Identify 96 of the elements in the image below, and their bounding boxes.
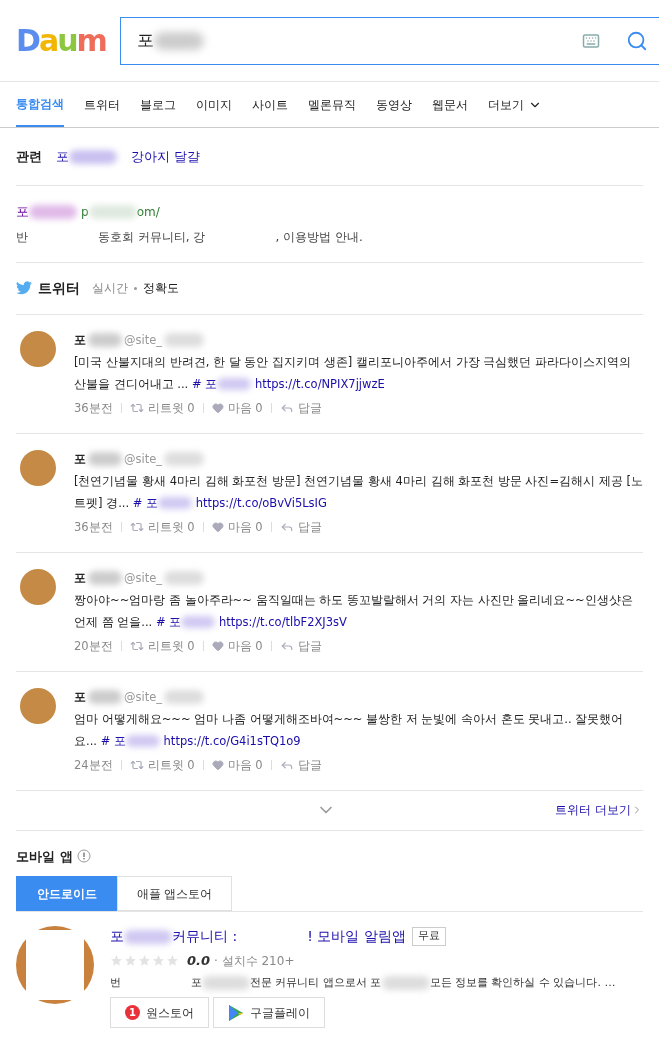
user-name[interactable]: 포 — [74, 447, 86, 470]
heart-icon — [211, 401, 224, 414]
hashtag-link[interactable]: # 포 — [155, 614, 216, 629]
app-description: 번 포 전문 커뮤니티 앱으로서 포 모든 정보를 확인하실 수 있습니다. … — [110, 974, 617, 991]
blurred-area — [164, 451, 205, 466]
tab[interactable]: 트위터 — [84, 82, 120, 127]
blurred-area — [154, 31, 204, 50]
avatar — [20, 568, 56, 605]
app-title: 포 커뮤니티 : ! 모바일 알림앱 — [110, 927, 406, 946]
blurred-area — [88, 332, 122, 347]
blurred-area — [164, 570, 205, 585]
info-icon[interactable] — [76, 849, 91, 864]
tab[interactable]: 동영상 — [376, 82, 412, 127]
star-icon — [152, 954, 165, 968]
star-icon — [124, 954, 137, 968]
user-name[interactable]: 포 — [74, 328, 86, 351]
user-handle: @site_ — [124, 688, 163, 706]
tab[interactable]: 더보기 — [488, 82, 542, 127]
avatar — [20, 449, 56, 486]
bird-icon — [16, 281, 32, 295]
install-count: · 설치수 210+ — [214, 952, 295, 970]
reply-button[interactable]: 답글 — [279, 634, 322, 657]
tab[interactable]: 웹문서 — [432, 82, 468, 127]
heart-icon — [211, 639, 224, 652]
blurred-area — [88, 451, 122, 466]
more-link[interactable]: 트위터 더보기 — [555, 801, 643, 819]
tweet-text: [미국 산불지대의 반려견, 한 달 동안 집지키며 생존] 캘리포니아주에서 가장 극심했던 파라다이스지역의 산불을 견디어내고 ... # 포 https://t.co/NPIX7jjwzE — [74, 353, 632, 393]
site-description: 반 동호회 커뮤니티, 강 , 이용방법 안내. — [16, 228, 364, 246]
star-icon — [166, 954, 179, 968]
blurred-area — [29, 204, 77, 219]
user-handle: @site_ — [124, 450, 163, 468]
blurred-area — [381, 975, 430, 990]
sort-option[interactable]: 실시간 — [92, 279, 128, 297]
tab[interactable]: 사이트 — [252, 82, 288, 127]
user-name[interactable]: 포 — [74, 566, 86, 589]
sort-option[interactable]: 정확도 — [143, 279, 179, 297]
retweet-button[interactable]: 리트윗 0 — [129, 515, 195, 538]
tweet-text: 짱아야~~엄마랑 좀 놀아주라~~ 움직일때는 하도 똥꼬발랄해서 거의 자는 사진만 올리네요~~인생샷은 언제 쯤 얻을... # 포 https://t.co/tlbF2XJ3sV — [74, 591, 634, 631]
site-title: 포 — [16, 202, 77, 222]
related-label: 관련 — [16, 147, 42, 166]
search-icon[interactable] — [626, 29, 648, 52]
tweet-link[interactable]: https://t.co/tlbF2XJ3sV — [218, 614, 347, 629]
rating: 0.0 — [187, 952, 211, 970]
store-button[interactable]: 구글플레이 — [213, 997, 325, 1028]
user-handle: @site_ — [124, 569, 163, 587]
hashtag-link[interactable]: # 포 — [100, 733, 160, 748]
tab[interactable]: 애플 앱스토어 — [117, 876, 232, 911]
like-button[interactable]: 마음 0 — [211, 753, 263, 776]
hashtag-link[interactable]: # 포 — [132, 495, 193, 510]
avatar — [20, 330, 56, 367]
tweet-link[interactable]: https://t.co/oBvVi5LsIG — [195, 495, 327, 510]
heart-icon — [211, 520, 224, 533]
blurred-area — [88, 570, 122, 585]
store-button[interactable]: 1 원스토어 — [110, 997, 209, 1028]
section-title: 모바일 앱 — [16, 847, 73, 866]
tweet-link[interactable]: https://t.co/NPIX7jjwzE — [254, 376, 385, 391]
blurred-area — [164, 689, 205, 704]
site-url: p om/ — [81, 203, 160, 221]
tab[interactable]: 블로그 — [140, 82, 176, 127]
retweet-button[interactable]: 리트윗 0 — [129, 634, 195, 657]
search-field[interactable]: 포 — [120, 16, 659, 65]
tweet-link[interactable]: https://t.co/G4i1sTQ1o9 — [163, 733, 301, 748]
user-name[interactable]: 포 — [74, 685, 86, 708]
tweet-time: 24분전 — [74, 756, 113, 774]
play-icon — [228, 1003, 244, 1022]
tweet-time: 36분전 — [74, 518, 113, 536]
keyboard-icon[interactable] — [582, 31, 600, 50]
user-handle: @site_ — [124, 331, 163, 349]
blurred-area — [124, 929, 172, 944]
hashtag-link[interactable]: # 포 — [191, 376, 252, 391]
tab[interactable]: 이미지 — [196, 82, 232, 127]
blurred-area — [202, 975, 250, 990]
blurred-area — [88, 689, 122, 704]
tweet-text: 엄마 어떻게해요~~~ 엄마 나좀 어떻게해조바여~~~ 불쌍한 저 눈빛에 속아서 혼도 못내고.. 잘못했어요... # 포 https://t.co/G4i1sTQ1o9 — [74, 710, 625, 750]
tweet-text: [천연기념물 황새 4마리 김해 화포천 방문] 천연기념물 황새 4마리 김해 화포천 방문 사진=김해시 제공 [노트펫] 경... # 포 https://t.co/oBvVi5LsIG — [74, 472, 643, 512]
heart-icon — [211, 758, 224, 771]
tweet-time: 36분전 — [74, 399, 113, 417]
reply-button[interactable]: 답글 — [279, 396, 322, 419]
store-icon: 1 — [125, 1005, 140, 1020]
avatar — [20, 687, 56, 724]
like-button[interactable]: 마음 0 — [211, 515, 263, 538]
tab[interactable]: 멜론뮤직 — [308, 82, 356, 127]
blurred-area — [69, 149, 117, 164]
retweet-button[interactable]: 리트윗 0 — [129, 753, 195, 776]
reply-button[interactable]: 답글 — [279, 515, 322, 538]
section-title: 트위터 — [38, 278, 80, 298]
price-badge: 무료 — [411, 927, 446, 946]
blurred-area — [164, 332, 205, 347]
retweet-button[interactable]: 리트윗 0 — [129, 396, 195, 419]
like-button[interactable]: 마음 0 — [211, 396, 263, 419]
tweet-time: 20분전 — [74, 637, 113, 655]
star-icon — [110, 954, 123, 968]
reply-button[interactable]: 답글 — [279, 753, 322, 776]
like-button[interactable]: 마음 0 — [211, 634, 263, 657]
blurred-area — [88, 204, 137, 219]
star-icon — [138, 954, 151, 968]
